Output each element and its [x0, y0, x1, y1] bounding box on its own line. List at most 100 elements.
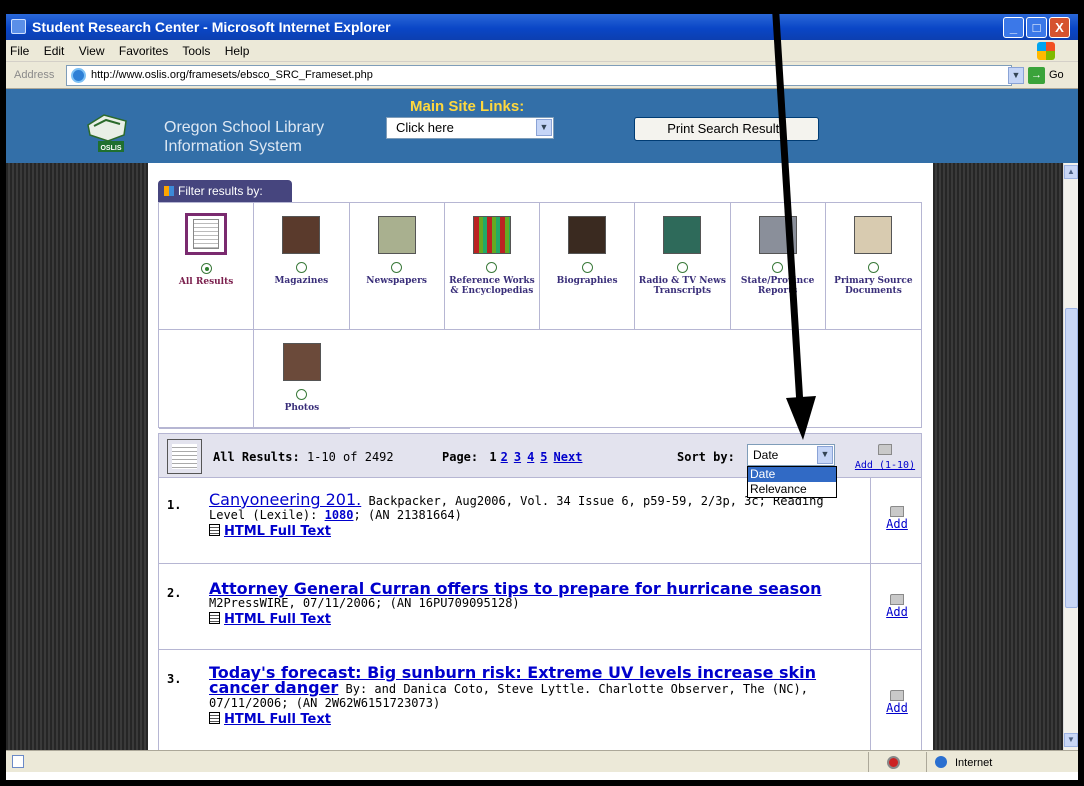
radio-reference-works[interactable] — [486, 262, 498, 273]
filter-reference-works[interactable]: Reference Works & Encyclopedias — [444, 203, 540, 330]
results-count: All Results: 1-10 of 2492 — [213, 450, 394, 464]
document-icon — [209, 524, 220, 536]
filter-radio-tv-transcripts[interactable]: Radio & TV News Transcripts — [635, 203, 731, 330]
magazines-icon — [282, 216, 321, 254]
scroll-up-icon[interactable]: ▲ — [1064, 165, 1078, 179]
add-all-control[interactable]: Add (1-10) — [849, 444, 921, 473]
radio-state-reports[interactable] — [772, 262, 784, 273]
filter-empty-cell — [159, 330, 255, 429]
go-arrow-icon: → — [1028, 67, 1045, 84]
page-link-2[interactable]: 2 — [501, 450, 508, 464]
radio-radio-tv[interactable] — [676, 262, 688, 273]
add-all-link[interactable]: Add (1-10) — [855, 460, 915, 471]
newspapers-icon — [377, 216, 416, 254]
sort-label: Sort by: — [677, 450, 735, 464]
filter-primary-source[interactable]: Primary Source Documents — [825, 203, 921, 330]
filter-label: Photos — [284, 403, 320, 413]
filter-all-results[interactable]: All Results — [159, 203, 255, 330]
result-title-link[interactable]: Attorney General Curran offers tips to p… — [209, 581, 864, 597]
scroll-thumb[interactable] — [1065, 308, 1078, 608]
filter-photos[interactable]: Photos — [254, 330, 350, 429]
address-input[interactable]: http://www.oslis.org/framesets/ebsco_SRC… — [66, 65, 1012, 86]
html-full-text-link[interactable]: HTML Full Text — [224, 612, 331, 627]
html-full-text-link[interactable]: HTML Full Text — [224, 712, 331, 727]
add-control[interactable]: Add — [871, 690, 923, 715]
document-icon — [209, 712, 220, 724]
folder-icon — [890, 690, 904, 701]
results-range: 1-10 of 2492 — [306, 450, 394, 464]
filter-newspapers[interactable]: Newspapers — [349, 203, 445, 330]
maximize-button[interactable]: □ — [1026, 17, 1047, 38]
org-name: Oregon School Library Information System — [164, 118, 364, 156]
sort-option-date[interactable]: Date — [748, 467, 836, 482]
radio-biographies[interactable] — [581, 262, 593, 273]
windows-logo-icon — [1037, 42, 1055, 60]
radio-photos[interactable] — [296, 389, 308, 400]
filter-label: Biographies — [556, 276, 618, 286]
radio-newspapers[interactable] — [391, 262, 403, 273]
menu-tools[interactable]: Tools — [182, 44, 210, 58]
full-text-row: HTML Full Text — [209, 612, 864, 627]
lexile-link[interactable]: 1080 — [325, 508, 354, 522]
radio-tv-icon — [663, 216, 702, 254]
print-results-button[interactable]: Print Search Results — [634, 117, 819, 141]
html-full-text-link[interactable]: HTML Full Text — [224, 524, 331, 539]
go-label: Go — [1049, 69, 1064, 81]
globe-icon — [935, 756, 947, 768]
radio-primary-source[interactable] — [867, 262, 879, 273]
go-button[interactable]: → Go — [1028, 66, 1072, 85]
filter-biographies[interactable]: Biographies — [540, 203, 636, 330]
menu-help[interactable]: Help — [225, 44, 250, 58]
sort-option-relevance[interactable]: Relevance — [748, 482, 836, 497]
full-text-row: HTML Full Text — [209, 524, 864, 539]
page-link-3[interactable]: 3 — [514, 450, 521, 464]
vertical-scrollbar[interactable]: ▲ ▼ — [1063, 163, 1078, 750]
scroll-down-icon[interactable]: ▼ — [1064, 733, 1078, 747]
minimize-button[interactable]: _ — [1003, 17, 1024, 38]
sort-options-list: Date Relevance — [747, 466, 837, 498]
radio-magazines[interactable] — [295, 262, 307, 273]
page-link-5[interactable]: 5 — [540, 450, 547, 464]
add-link[interactable]: Add — [886, 517, 908, 531]
result-title-link[interactable]: Canyoneering 201. — [209, 490, 361, 509]
menu-favorites[interactable]: Favorites — [119, 44, 168, 58]
filter-label: Primary Source Documents — [834, 276, 913, 296]
radio-all-results[interactable] — [200, 263, 212, 274]
oslis-logo-icon[interactable]: OSLIS — [84, 111, 130, 155]
close-button[interactable]: X — [1049, 17, 1070, 38]
add-control[interactable]: Add — [871, 506, 923, 531]
menu-bar: File Edit View Favorites Tools Help — [6, 40, 1078, 62]
sort-select[interactable]: Date ▼ — [747, 444, 835, 466]
result-number: 1. — [167, 498, 182, 512]
address-bar: Address http://www.oslis.org/framesets/e… — [6, 62, 1078, 89]
filter-state-province-reports[interactable]: State/Province Reports — [730, 203, 826, 330]
left-background — [6, 163, 148, 750]
menu-view[interactable]: View — [79, 44, 105, 58]
add-link[interactable]: Add — [886, 605, 908, 619]
filter-label: Reference Works & Encyclopedias — [449, 276, 535, 296]
ie-app-icon — [11, 19, 26, 34]
address-dropdown-icon[interactable]: ▼ — [1008, 67, 1024, 84]
filter-label: Radio & TV News Transcripts — [638, 276, 726, 296]
filter-tab-label: Filter results by: — [178, 184, 263, 198]
result-body: Today's forecast: Big sunburn risk: Extr… — [209, 665, 864, 727]
menu-edit[interactable]: Edit — [44, 44, 65, 58]
add-link[interactable]: Add — [886, 701, 908, 715]
filter-icon — [164, 186, 174, 196]
logo-text: OSLIS — [100, 145, 121, 152]
address-label: Address — [14, 69, 55, 81]
internet-zone: Internet — [926, 752, 1074, 772]
filter-grid: All Results Magazines Newspapers Referen… — [158, 202, 922, 429]
photos-icon — [282, 343, 321, 381]
org-name-line2: Information System — [164, 138, 302, 155]
window-title: Student Research Center - Microsoft Inte… — [32, 19, 391, 35]
page-link-4[interactable]: 4 — [527, 450, 534, 464]
menu-file[interactable]: File — [10, 44, 29, 58]
main-links-select[interactable]: Click here ▼ — [386, 117, 554, 139]
filter-magazines[interactable]: Magazines — [254, 203, 350, 330]
status-bar: Internet — [6, 750, 1078, 772]
next-page-link[interactable]: Next — [554, 450, 583, 464]
result-body: Canyoneering 201. Backpacker, Aug2006, V… — [209, 490, 864, 539]
add-control[interactable]: Add — [871, 594, 923, 619]
folder-icon — [890, 506, 904, 517]
